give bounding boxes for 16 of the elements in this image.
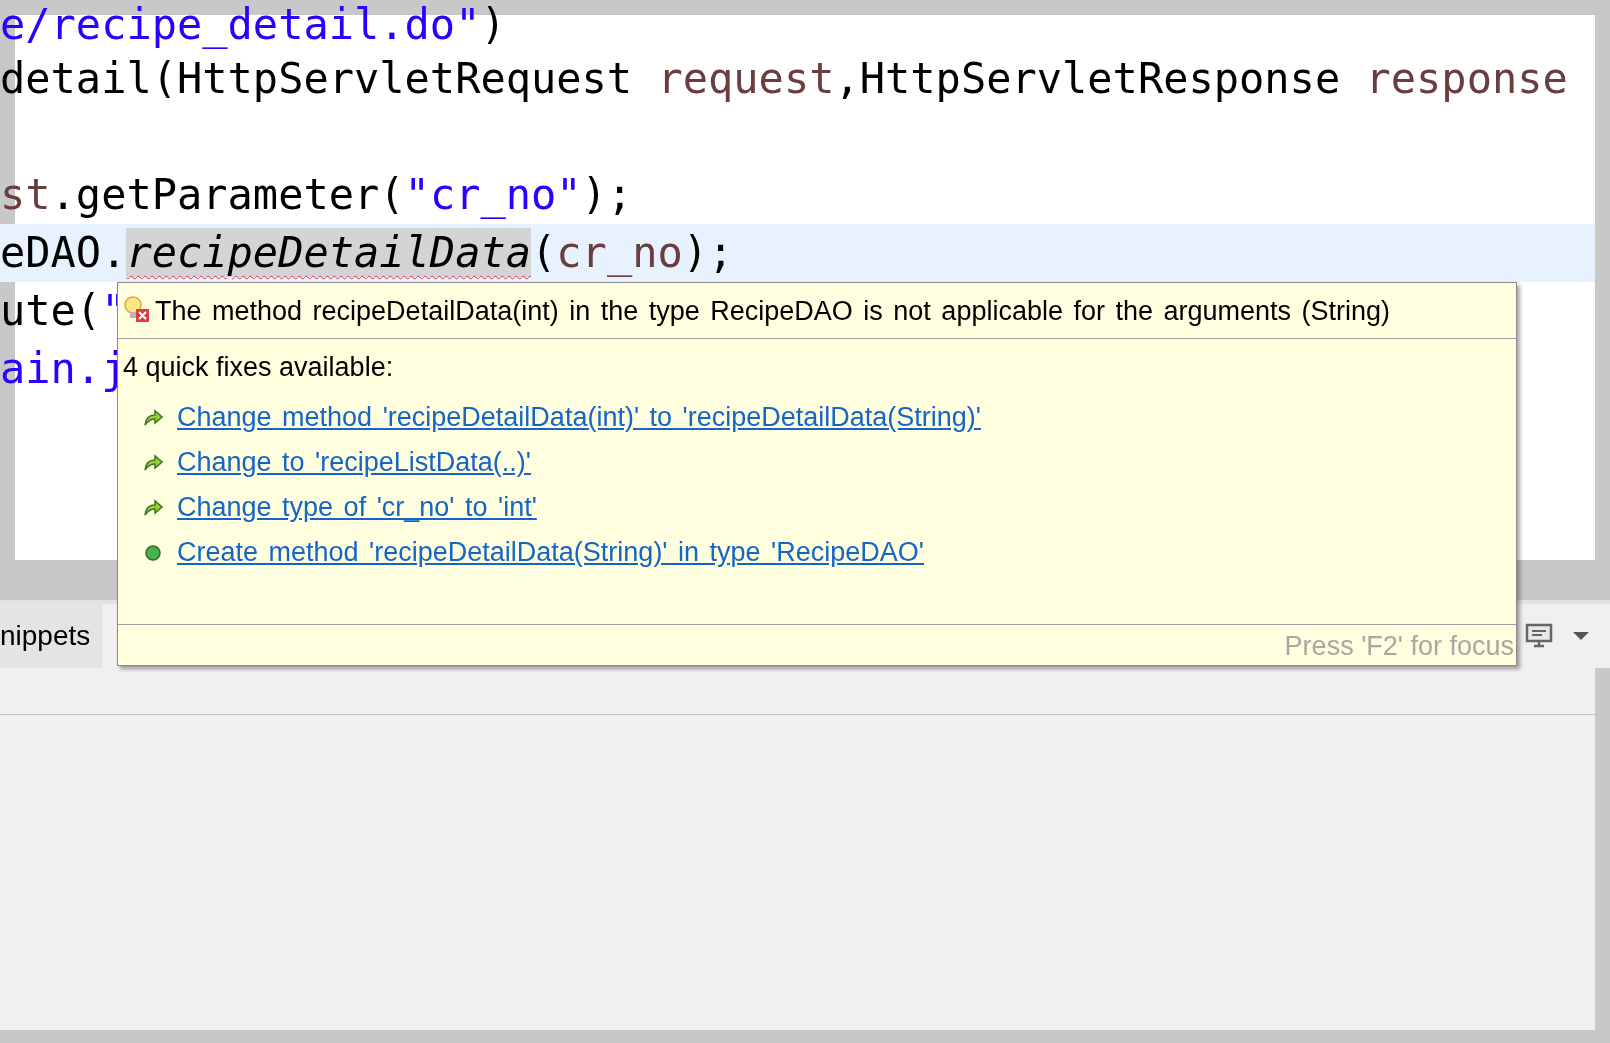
- focus-hint: Press 'F2' for focus: [1284, 630, 1514, 663]
- code-line: detail(HttpServletRequest request,HttpServletResponse response: [0, 53, 1568, 105]
- error-message: The method recipeDetailData(int) in the type RecipeDAO is not applicable for the arguments (String): [155, 295, 1391, 328]
- quick-fix-link[interactable]: Change method 'recipeDetailData(int)' to 'recipeDetailData(String)': [177, 402, 981, 433]
- error-lightbulb-icon: [123, 295, 151, 325]
- curved-arrow-icon: [143, 408, 163, 427]
- code-line: st.getParameter("cr_no");: [0, 169, 633, 221]
- monitor-icon[interactable]: [1524, 622, 1554, 650]
- quick-fix-link[interactable]: Change to 'recipeListData(..)': [177, 447, 531, 478]
- dropdown-caret-icon[interactable]: [1572, 630, 1590, 642]
- dot-icon: [143, 543, 163, 562]
- quick-fix-link[interactable]: Change type of 'cr_no' to 'int': [177, 492, 537, 523]
- curved-arrow-icon: [143, 453, 163, 472]
- panel-tab[interactable]: nippets: [0, 604, 103, 668]
- code-line: e/recipe_detail.do"): [0, 0, 506, 50]
- curved-arrow-icon: [143, 498, 163, 517]
